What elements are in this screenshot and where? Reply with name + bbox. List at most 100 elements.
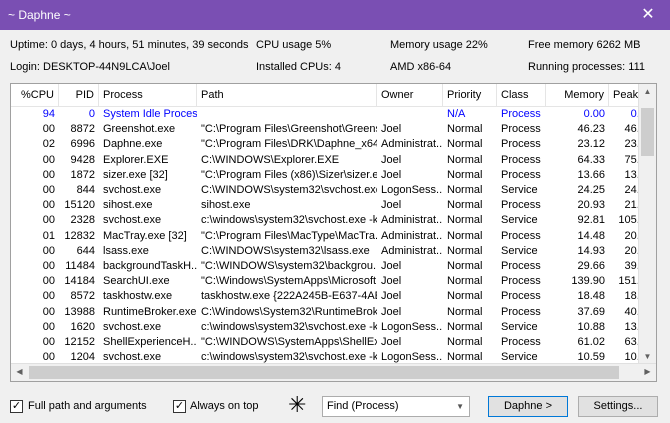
table-row[interactable]: 00 15120 sihost.exe sihost.exe Joel Normal Pro… (11, 198, 656, 213)
cell-priority: Normal (447, 153, 483, 166)
cell-path: taskhostw.exe {222A245B-E637-4AE... (201, 290, 377, 303)
scroll-up-icon[interactable]: ▲ (639, 87, 656, 96)
cell-owner: Administrat... (381, 138, 443, 151)
installed-cpus-label: Installed CPUs: 4 (256, 61, 341, 73)
table-row[interactable]: 00 644 lsass.exe C:\WINDOWS\system32\lsass.… (11, 244, 656, 259)
cell-cpu: 00 (42, 275, 55, 288)
cell-priority: Normal (447, 168, 483, 181)
cell-cpu: 00 (42, 123, 55, 136)
cell-process: backgroundTaskH... (103, 260, 197, 272)
cell-path: C:\WINDOWS\system32\svchost.exe -k... (201, 184, 377, 196)
cell-memory: 10.88 (577, 320, 605, 333)
table-row[interactable]: 00 13988 RuntimeBroker.exe C:\Windows\Syste… (11, 305, 656, 320)
cell-priority: Normal (447, 305, 483, 318)
column-header-class[interactable]: Class (497, 84, 546, 106)
cell-priority: Normal (447, 336, 483, 348)
cell-owner: Administrat... (381, 214, 443, 227)
cell-memory: 139.90 (571, 275, 605, 288)
vertical-scrollbar[interactable]: ▲ ▼ (638, 84, 656, 364)
cell-owner: Joel (381, 199, 402, 212)
cell-owner: Joel (381, 305, 402, 318)
column-header-memory[interactable]: Memory (546, 84, 609, 106)
close-icon[interactable]: ✕ (626, 0, 670, 30)
cell-process: System Idle Process (103, 108, 197, 120)
cell-memory: 13.66 (577, 168, 605, 181)
table-row[interactable]: 00 12152 ShellExperienceH... "C:\WINDOWS\Sy… (11, 335, 656, 350)
find-select[interactable]: Find (Process) ▼ (322, 396, 470, 417)
always-on-top-checkbox[interactable]: ✓ (173, 400, 186, 413)
column-header-owner[interactable]: Owner (377, 84, 443, 106)
cell-process: Daphne.exe (103, 138, 163, 151)
horizontal-scrollbar[interactable]: ◀ ▶ (11, 363, 656, 381)
cell-class: Process (501, 229, 541, 242)
daphne-button[interactable]: Daphne > (488, 396, 568, 417)
full-path-checkbox[interactable]: ✓ (10, 400, 23, 413)
cell-priority: N/A (447, 108, 466, 120)
cell-memory: 14.48 (577, 229, 605, 242)
table-row[interactable]: 00 844 svchost.exe C:\WINDOWS\system32\svch… (11, 183, 656, 198)
cell-pid: 12152 (64, 336, 95, 348)
list-header: %CPU PID Process Path Owner Priority Class Memo… (11, 84, 656, 107)
cell-pid: 8572 (70, 290, 95, 303)
cell-cpu: 00 (42, 260, 55, 272)
table-row[interactable]: 01 12832 MacTray.exe [32] "C:\Program Files… (11, 229, 656, 244)
cell-class: Service (501, 244, 538, 257)
cell-path: "C:\Program Files (x86)\Sizer\sizer.exe.… (201, 168, 377, 181)
cell-priority: Normal (447, 260, 483, 272)
cell-pid: 6996 (70, 138, 95, 151)
horizontal-scroll-thumb[interactable] (29, 366, 619, 379)
cell-memory: 23.12 (577, 138, 605, 151)
cell-class: Process (501, 336, 541, 348)
table-row[interactable]: 00 8572 taskhostw.exe taskhostw.exe {222A24… (11, 289, 656, 304)
full-path-label[interactable]: Full path and arguments (28, 400, 147, 412)
scroll-right-icon[interactable]: ▶ (639, 367, 656, 376)
scroll-left-icon[interactable]: ◀ (11, 367, 28, 376)
table-row[interactable]: 00 1620 svchost.exe c:\windows\system32\svc… (11, 320, 656, 335)
table-row[interactable]: 00 11484 backgroundTaskH... "C:\WINDOWS\sys… (11, 259, 656, 274)
cell-class: Process (501, 260, 541, 272)
login-label: Login: DESKTOP-44N9LCA\Joel (10, 61, 170, 73)
column-header-cpu[interactable]: %CPU (11, 84, 59, 106)
cell-path: c:\windows\system32\svchost.exe -k... (201, 320, 377, 333)
cell-owner: Joel (381, 275, 402, 288)
cell-owner: Joel (381, 168, 402, 181)
cell-owner: Joel (381, 123, 402, 136)
table-row[interactable]: 00 14184 SearchUI.exe "C:\Windows\SystemApp… (11, 274, 656, 289)
cell-cpu: 00 (42, 244, 55, 257)
cell-memory: 64.33 (577, 153, 605, 166)
cell-path: "C:\WINDOWS\SystemApps\ShellEx... (201, 336, 377, 348)
column-header-pid[interactable]: PID (59, 84, 99, 106)
cell-memory: 24.25 (577, 184, 605, 196)
cell-process: ShellExperienceH... (103, 336, 197, 348)
table-row[interactable]: 02 6996 Daphne.exe "C:\Program Files\DRK\Da… (11, 137, 656, 152)
crosshair-icon[interactable]: ✳ (288, 393, 306, 417)
cell-pid: 13988 (64, 305, 95, 318)
cell-class: Process (501, 123, 541, 136)
cell-cpu: 00 (42, 168, 55, 181)
cell-priority: Normal (447, 214, 483, 227)
column-header-process[interactable]: Process (99, 84, 197, 106)
table-row[interactable]: 00 1872 sizer.exe [32] "C:\Program Files (x… (11, 168, 656, 183)
settings-button[interactable]: Settings... (578, 396, 658, 417)
process-list[interactable]: %CPU PID Process Path Owner Priority Class Memo… (10, 83, 657, 382)
cell-cpu: 01 (42, 229, 55, 242)
table-row[interactable]: 940System Idle ProcessN/AProcess0.000.00 (11, 107, 656, 122)
cell-priority: Normal (447, 184, 483, 196)
cell-class: Process (501, 290, 541, 303)
cell-cpu: 00 (42, 320, 55, 333)
cell-process: svchost.exe (103, 320, 162, 333)
column-header-path[interactable]: Path (197, 84, 377, 106)
column-header-priority[interactable]: Priority (443, 84, 497, 106)
scroll-down-icon[interactable]: ▼ (639, 352, 656, 361)
find-select-value: Find (Process) (327, 400, 399, 412)
vertical-scroll-thumb[interactable] (641, 108, 654, 156)
cell-path (197, 107, 377, 122)
table-row[interactable]: 00 2328 svchost.exe c:\windows\system32\svc… (11, 213, 656, 228)
cell-pid: 14184 (64, 275, 95, 288)
table-row[interactable]: 00 8872 Greenshot.exe "C:\Program Files\Gre… (11, 122, 656, 137)
cell-pid: 15120 (64, 199, 95, 212)
table-row[interactable]: 00 9428 Explorer.EXE C:\WINDOWS\Explorer.EX… (11, 153, 656, 168)
cell-process: taskhostw.exe (103, 290, 173, 303)
always-on-top-label[interactable]: Always on top (190, 400, 258, 412)
cell-pid: 644 (76, 244, 95, 257)
